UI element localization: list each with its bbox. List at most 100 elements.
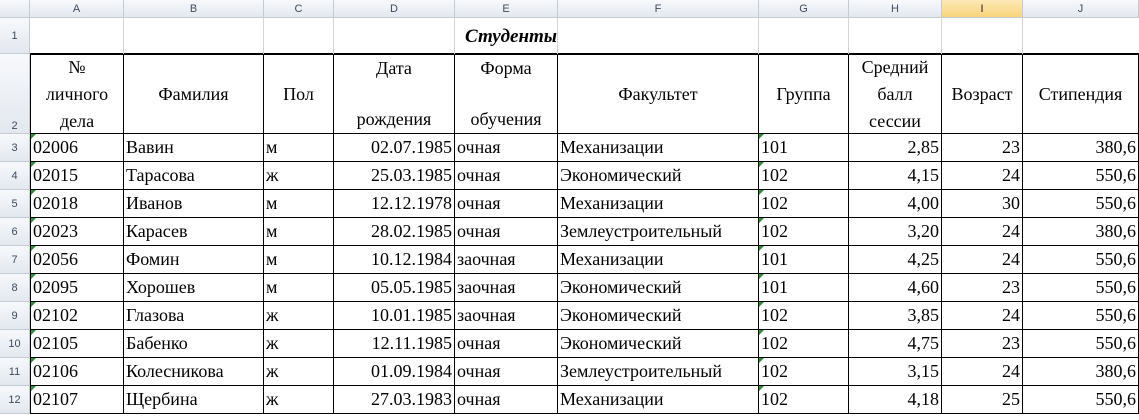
- cell-b12[interactable]: Щербина: [124, 386, 264, 414]
- column-header-e[interactable]: E: [455, 0, 558, 18]
- cell-c3[interactable]: м: [264, 134, 334, 162]
- cell-a11[interactable]: 02106: [30, 358, 124, 386]
- cell-i5[interactable]: 30: [942, 190, 1023, 218]
- cell-h9[interactable]: 3,85: [849, 302, 942, 330]
- column-header-g[interactable]: G: [759, 0, 849, 18]
- header-cell-j[interactable]: Стипендия: [1023, 54, 1139, 134]
- cell-f5[interactable]: Механизации: [558, 190, 759, 218]
- cell-e6[interactable]: очная: [455, 218, 558, 246]
- cell-b4[interactable]: Тарасова: [124, 162, 264, 190]
- cell-e3[interactable]: очная: [455, 134, 558, 162]
- cell-a3[interactable]: 02006: [30, 134, 124, 162]
- cell-j6[interactable]: 380,6: [1023, 218, 1139, 246]
- cell-b5[interactable]: Иванов: [124, 190, 264, 218]
- cell-g7[interactable]: 101: [759, 246, 849, 274]
- cell-g10[interactable]: 102: [759, 330, 849, 358]
- cell-i9[interactable]: 24: [942, 302, 1023, 330]
- cell-i6[interactable]: 24: [942, 218, 1023, 246]
- cell-d8[interactable]: 05.05.1985: [334, 274, 455, 302]
- cell-e9[interactable]: заочная: [455, 302, 558, 330]
- cell-a7[interactable]: 02056: [30, 246, 124, 274]
- cell-j10[interactable]: 550,6: [1023, 330, 1139, 358]
- cell-h5[interactable]: 4,00: [849, 190, 942, 218]
- cell-e4[interactable]: очная: [455, 162, 558, 190]
- cell-g9[interactable]: 102: [759, 302, 849, 330]
- cell-g5[interactable]: 102: [759, 190, 849, 218]
- cell-a8[interactable]: 02095: [30, 274, 124, 302]
- cell-b6[interactable]: Карасев: [124, 218, 264, 246]
- cell-f6[interactable]: Землеустроительный: [558, 218, 759, 246]
- cell-g8[interactable]: 101: [759, 274, 849, 302]
- cell-h10[interactable]: 4,75: [849, 330, 942, 358]
- cell-b3[interactable]: Вавин: [124, 134, 264, 162]
- row-header-4[interactable]: 4: [0, 162, 30, 190]
- column-header-d[interactable]: D: [334, 0, 455, 18]
- cell-b11[interactable]: Колесникова: [124, 358, 264, 386]
- header-cell-g[interactable]: Группа: [759, 54, 849, 134]
- cell-c7[interactable]: м: [264, 246, 334, 274]
- cell-d9[interactable]: 10.01.1985: [334, 302, 455, 330]
- cell-a6[interactable]: 02023: [30, 218, 124, 246]
- cell-i11[interactable]: 24: [942, 358, 1023, 386]
- column-header-h[interactable]: H: [849, 0, 942, 18]
- header-cell-i[interactable]: Возраст: [942, 54, 1023, 134]
- row-header-8[interactable]: 8: [0, 274, 30, 302]
- cell-f12[interactable]: Механизации: [558, 386, 759, 414]
- cell-j12[interactable]: 550,6: [1023, 386, 1139, 414]
- cell-h6[interactable]: 3,20: [849, 218, 942, 246]
- header-cell-b[interactable]: Фамилия: [124, 54, 264, 134]
- cell-d10[interactable]: 12.11.1985: [334, 330, 455, 358]
- cell-b7[interactable]: Фомин: [124, 246, 264, 274]
- row-header-11[interactable]: 11: [0, 358, 30, 386]
- cell-i12[interactable]: 25: [942, 386, 1023, 414]
- cell-f8[interactable]: Экономический: [558, 274, 759, 302]
- row-header-3[interactable]: 3: [0, 134, 30, 162]
- row-header-9[interactable]: 9: [0, 302, 30, 330]
- select-all-corner[interactable]: [0, 0, 30, 18]
- cell-e8[interactable]: заочная: [455, 274, 558, 302]
- header-cell-f[interactable]: Факультет: [558, 54, 759, 134]
- cell-e7[interactable]: заочная: [455, 246, 558, 274]
- cell-c10[interactable]: ж: [264, 330, 334, 358]
- cell-e12[interactable]: очная: [455, 386, 558, 414]
- cell-g4[interactable]: 102: [759, 162, 849, 190]
- cell-g12[interactable]: 102: [759, 386, 849, 414]
- cell-j4[interactable]: 550,6: [1023, 162, 1139, 190]
- cell-f9[interactable]: Экономический: [558, 302, 759, 330]
- cell-d6[interactable]: 28.02.1985: [334, 218, 455, 246]
- cell-c9[interactable]: ж: [264, 302, 334, 330]
- cell-i8[interactable]: 23: [942, 274, 1023, 302]
- cell-h3[interactable]: 2,85: [849, 134, 942, 162]
- cell-e11[interactable]: очная: [455, 358, 558, 386]
- cell-i3[interactable]: 23: [942, 134, 1023, 162]
- cell-h11[interactable]: 3,15: [849, 358, 942, 386]
- row-header-7[interactable]: 7: [0, 246, 30, 274]
- cell-a10[interactable]: 02105: [30, 330, 124, 358]
- cell-h12[interactable]: 4,18: [849, 386, 942, 414]
- cell-j9[interactable]: 550,6: [1023, 302, 1139, 330]
- cell-c11[interactable]: ж: [264, 358, 334, 386]
- cell-f11[interactable]: Землеустроительный: [558, 358, 759, 386]
- cell-d7[interactable]: 10.12.1984: [334, 246, 455, 274]
- row-header-12[interactable]: 12: [0, 386, 30, 414]
- column-header-b[interactable]: B: [124, 0, 264, 18]
- row-header-5[interactable]: 5: [0, 190, 30, 218]
- cell-a12[interactable]: 02107: [30, 386, 124, 414]
- cell-b10[interactable]: Бабенко: [124, 330, 264, 358]
- cell-j3[interactable]: 380,6: [1023, 134, 1139, 162]
- cell-i10[interactable]: 23: [942, 330, 1023, 358]
- cell-f7[interactable]: Механизации: [558, 246, 759, 274]
- header-cell-a[interactable]: № личного дела: [30, 54, 124, 134]
- cell-h7[interactable]: 4,25: [849, 246, 942, 274]
- cell-j7[interactable]: 550,6: [1023, 246, 1139, 274]
- header-cell-c[interactable]: Пол: [264, 54, 334, 134]
- cell-j5[interactable]: 550,6: [1023, 190, 1139, 218]
- column-header-c[interactable]: C: [264, 0, 334, 18]
- cell-j11[interactable]: 380,6: [1023, 358, 1139, 386]
- column-header-j[interactable]: J: [1023, 0, 1139, 18]
- row-header-1[interactable]: 1: [0, 18, 30, 54]
- cell-j8[interactable]: 550,6: [1023, 274, 1139, 302]
- cell-h8[interactable]: 4,60: [849, 274, 942, 302]
- row-header-6[interactable]: 6: [0, 218, 30, 246]
- sheet-title[interactable]: Студенты: [465, 26, 557, 48]
